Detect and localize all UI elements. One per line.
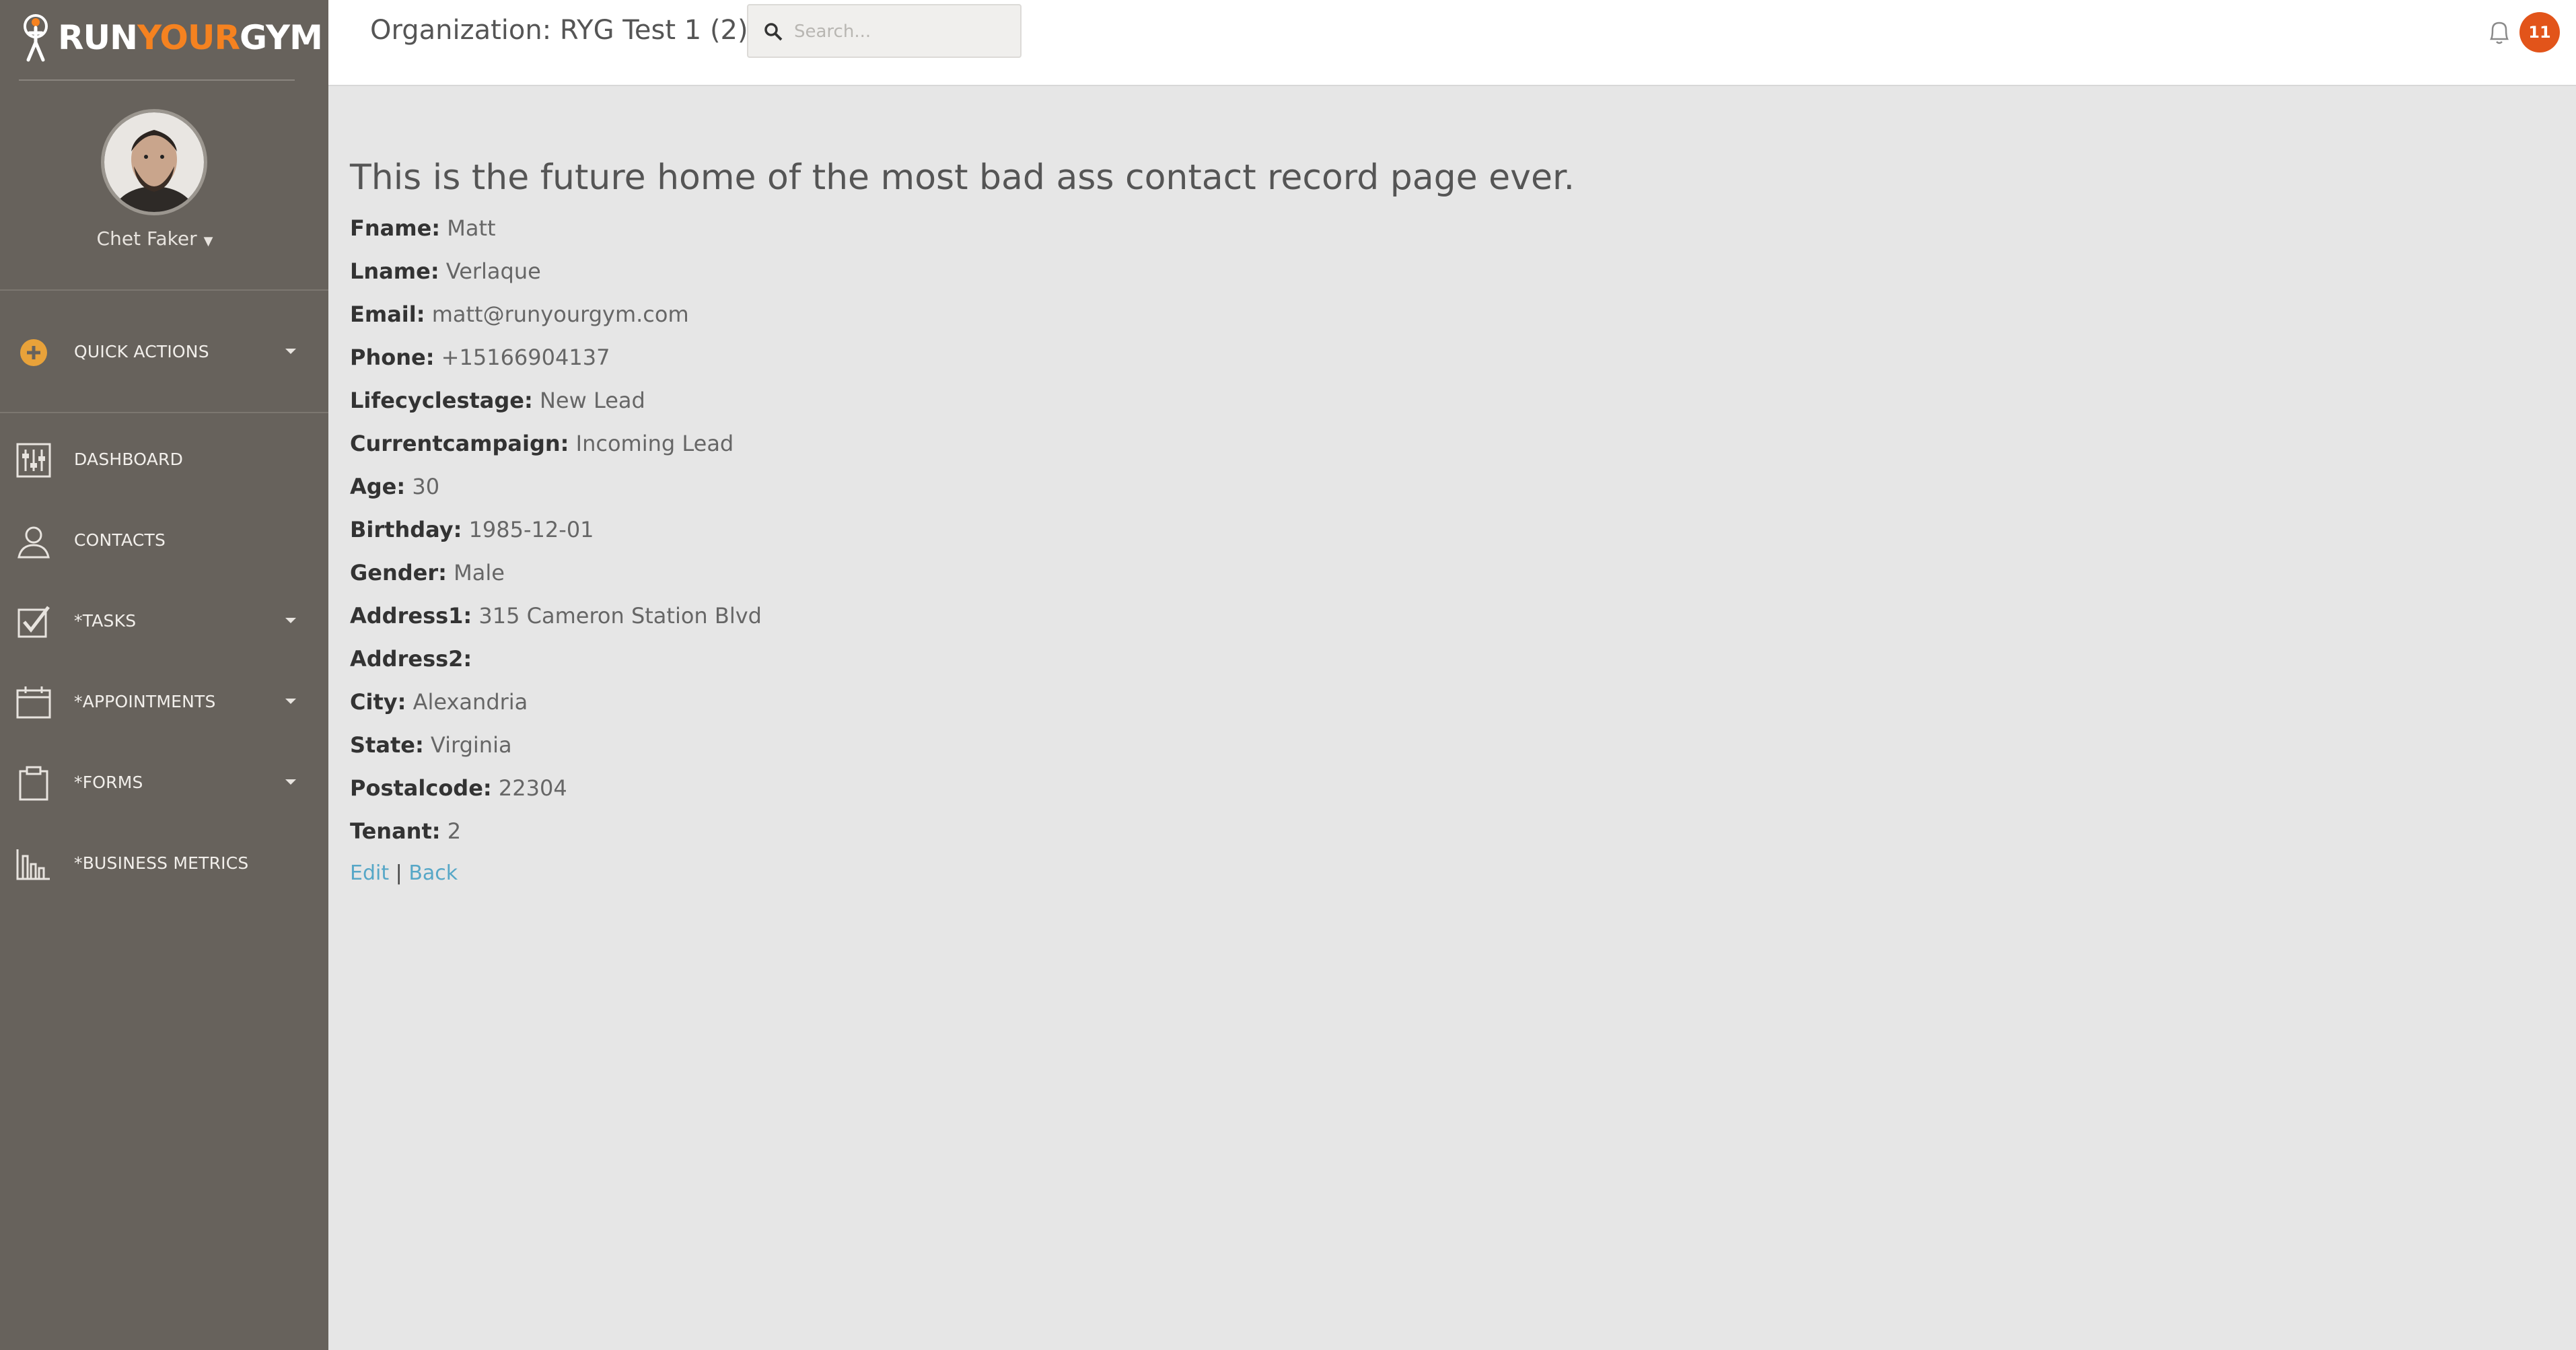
divider bbox=[0, 289, 328, 291]
calendar-icon bbox=[16, 685, 51, 720]
page-heading: This is the future home of the most bad … bbox=[350, 157, 1575, 198]
bar-chart-icon bbox=[16, 847, 51, 882]
field-birthday: Birthday: 1985-12-01 bbox=[350, 517, 594, 542]
sidebar-item-label: *FORMS bbox=[74, 772, 143, 792]
field-city: City: Alexandria bbox=[350, 689, 528, 715]
record-actions: Edit | Back bbox=[350, 861, 458, 885]
field-address1: Address1: 315 Cameron Station Blvd bbox=[350, 603, 762, 629]
user-name: Chet Faker bbox=[96, 227, 197, 250]
field-currentcampaign: Currentcampaign: Incoming Lead bbox=[350, 431, 734, 456]
field-age: Age: 30 bbox=[350, 474, 440, 499]
field-tenant: Tenant: 2 bbox=[350, 818, 462, 844]
chevron-down-icon bbox=[285, 618, 296, 623]
chevron-down-icon bbox=[285, 349, 296, 354]
search-box[interactable] bbox=[747, 4, 1022, 58]
sidebar-item-contacts[interactable]: CONTACTS bbox=[0, 506, 328, 573]
logo[interactable]: RUNYOURGYM bbox=[16, 7, 323, 69]
search-input[interactable] bbox=[794, 16, 1009, 47]
field-postalcode: Postalcode: 22304 bbox=[350, 775, 567, 801]
chevron-down-icon: ▼ bbox=[203, 234, 213, 248]
user-menu[interactable]: Chet Faker ▼ bbox=[0, 227, 310, 250]
field-email: Email: matt@runyourgym.com bbox=[350, 301, 689, 327]
field-gender: Gender: Male bbox=[350, 560, 505, 585]
field-state: State: Virginia bbox=[350, 732, 512, 758]
runner-logo-icon bbox=[16, 13, 55, 63]
sidebar-item-quick-actions[interactable]: QUICK ACTIONS bbox=[0, 318, 328, 385]
chevron-down-icon bbox=[285, 779, 296, 785]
sidebar-item-tasks[interactable]: *TASKS bbox=[0, 587, 328, 654]
sidebar: RUNYOURGYM Chet Faker ▼ QUICK ACTIONS DAS… bbox=[0, 0, 328, 1350]
bell-icon[interactable] bbox=[2487, 19, 2511, 46]
notification-badge[interactable]: 11 bbox=[2519, 12, 2560, 52]
page-title: Organization: RYG Test 1 (2) bbox=[370, 15, 748, 46]
back-link[interactable]: Back bbox=[408, 861, 458, 885]
sidebar-item-forms[interactable]: *FORMS bbox=[0, 748, 328, 816]
main-content: This is the future home of the most bad … bbox=[328, 87, 2576, 1350]
top-bar: Organization: RYG Test 1 (2) 11 bbox=[328, 0, 2576, 86]
sidebar-item-label: *APPOINTMENTS bbox=[74, 691, 216, 711]
divider bbox=[0, 412, 328, 413]
chevron-down-icon bbox=[285, 699, 296, 704]
field-lname: Lname: Verlaque bbox=[350, 258, 541, 284]
edit-link[interactable]: Edit bbox=[350, 861, 389, 885]
divider bbox=[19, 79, 295, 81]
logo-text: RUNYOURGYM bbox=[58, 18, 323, 57]
search-icon bbox=[763, 22, 783, 42]
checkbox-icon bbox=[16, 604, 51, 639]
field-address2: Address2: bbox=[350, 646, 472, 672]
user-icon bbox=[16, 524, 51, 559]
clipboard-icon bbox=[16, 766, 51, 801]
sidebar-item-appointments[interactable]: *APPOINTMENTS bbox=[0, 668, 328, 735]
sidebar-item-label: QUICK ACTIONS bbox=[74, 341, 209, 361]
sliders-icon bbox=[16, 443, 51, 478]
field-phone: Phone: +15166904137 bbox=[350, 345, 610, 370]
avatar[interactable] bbox=[101, 109, 207, 215]
sidebar-item-label: *BUSINESS METRICS bbox=[74, 853, 249, 873]
sidebar-item-label: DASHBOARD bbox=[74, 449, 184, 469]
sidebar-item-label: *TASKS bbox=[74, 610, 137, 631]
sidebar-item-business-metrics[interactable]: *BUSINESS METRICS bbox=[0, 829, 328, 896]
link-separator: | bbox=[395, 861, 402, 885]
field-lifecyclestage: Lifecyclestage: New Lead bbox=[350, 388, 645, 413]
plus-circle-icon bbox=[16, 335, 51, 370]
field-fname: Fname: Matt bbox=[350, 215, 496, 241]
sidebar-item-dashboard[interactable]: DASHBOARD bbox=[0, 425, 328, 493]
sidebar-item-label: CONTACTS bbox=[74, 530, 166, 550]
